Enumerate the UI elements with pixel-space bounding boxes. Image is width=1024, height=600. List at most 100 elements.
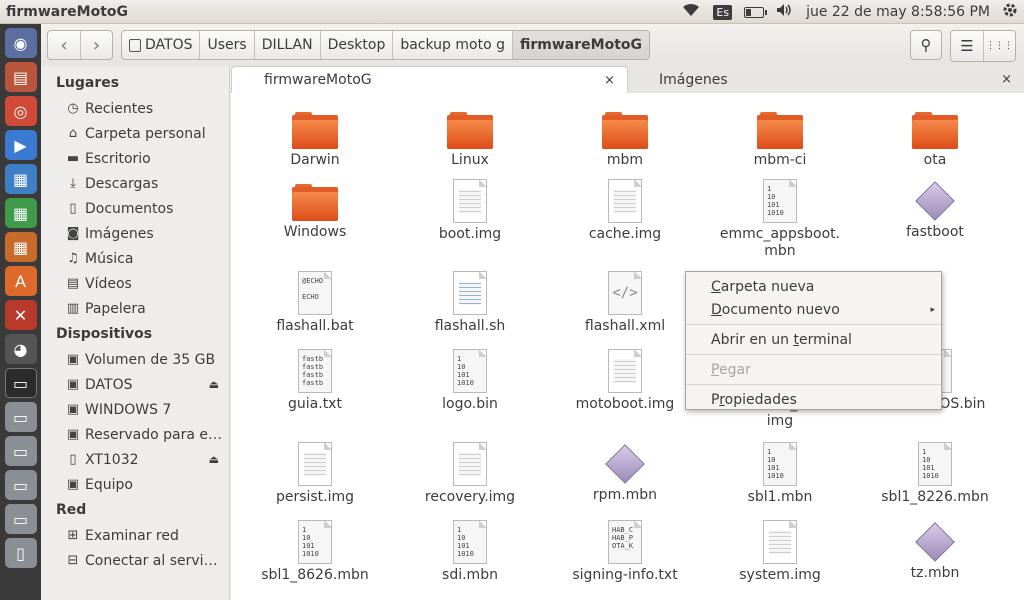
- file-item[interactable]: motoboot.img: [550, 349, 700, 413]
- breadcrumb-item[interactable]: DILLAN: [255, 31, 321, 59]
- file-item[interactable]: boot.img: [395, 179, 545, 243]
- drive-icon[interactable]: ▭: [4, 402, 37, 432]
- gimp-icon[interactable]: ◕: [4, 334, 37, 364]
- menu-item[interactable]: Abrir en un terminal: [686, 328, 941, 351]
- menu-button[interactable]: ☰: [951, 31, 983, 61]
- menu-item[interactable]: Carpeta nueva: [686, 275, 941, 298]
- sidebar-item[interactable]: ⌂ Carpeta personal: [41, 121, 229, 146]
- sidebar-item[interactable]: ▤ Vídeos: [41, 271, 229, 296]
- sidebar-item-label: Recientes: [85, 100, 154, 117]
- file-name: guia.txt: [288, 396, 342, 412]
- clock-datetime[interactable]: jue 22 de may 8:58:56 PM: [806, 4, 990, 20]
- folder-item[interactable]: Windows: [240, 179, 390, 241]
- breadcrumb-item[interactable]: Desktop: [321, 31, 394, 59]
- menu-item[interactable]: Propiedades: [686, 388, 941, 411]
- sidebar-item[interactable]: ▣ Equipo: [41, 472, 229, 497]
- impress-icon[interactable]: ▦: [4, 232, 37, 262]
- file-item[interactable]: 1 10 101 1010 sdi.mbn: [395, 520, 545, 584]
- file-item[interactable]: 1 10 101 1010 sbl1_8226.mbn: [860, 442, 1010, 506]
- folder-item[interactable]: mbm: [550, 107, 700, 169]
- tab-imagenes[interactable]: Imágenes ×: [629, 66, 1024, 93]
- binary-file-icon: 1 10 101 1010: [453, 349, 487, 393]
- file-item[interactable]: rpm.mbn: [550, 442, 700, 504]
- file-item[interactable]: cache.img: [550, 179, 700, 243]
- wifi-icon[interactable]: [681, 3, 701, 21]
- settings-tools-icon[interactable]: ✕: [4, 300, 37, 330]
- breadcrumb-item[interactable]: Users: [200, 31, 255, 59]
- file-item[interactable]: tz.mbn: [860, 520, 1010, 582]
- file-item[interactable]: system.img: [705, 520, 855, 584]
- file-item[interactable]: flashall.sh: [395, 271, 545, 335]
- sidebar-item[interactable]: ▣ Volumen de 35 GB: [41, 347, 229, 372]
- writer-icon[interactable]: ▦: [4, 164, 37, 194]
- breadcrumb-label: DATOS: [145, 37, 193, 53]
- sidebar-item[interactable]: ▯ Documentos: [41, 196, 229, 221]
- file-item[interactable]: recovery.img: [395, 442, 545, 506]
- breadcrumb-item[interactable]: DATOS: [122, 31, 201, 59]
- nav-buttons: ‹ ›: [47, 30, 113, 60]
- drive-icon[interactable]: ▭: [4, 436, 37, 466]
- folder-item[interactable]: Linux: [395, 107, 545, 169]
- file-item[interactable]: @ECHO ECHO flashall.bat: [240, 271, 390, 335]
- eject-icon[interactable]: ⏏: [209, 453, 219, 466]
- drive-icon[interactable]: ▭: [4, 504, 37, 534]
- folder-item[interactable]: ota: [860, 107, 1010, 169]
- sidebar-item[interactable]: ▣ Reservado para el …: [41, 422, 229, 447]
- file-item[interactable]: 1 10 101 1010 sbl1_8626.mbn: [240, 520, 390, 584]
- download-icon: ⤓: [70, 176, 76, 191]
- phone-device-icon[interactable]: ▯: [4, 538, 37, 568]
- chrome-icon[interactable]: ◎: [4, 96, 37, 126]
- breadcrumb-item[interactable]: backup moto g: [393, 31, 513, 59]
- menu-item[interactable]: Documento nuevo ▸: [686, 298, 941, 321]
- folder-item[interactable]: Darwin: [240, 107, 390, 169]
- folder-item[interactable]: mbm-ci: [705, 107, 855, 169]
- file-item[interactable]: fastboot: [860, 179, 1010, 241]
- file-name: Darwin: [290, 152, 340, 168]
- sidebar-item[interactable]: ▬ Escritorio: [41, 146, 229, 171]
- menu-item-label: Propiedades: [711, 391, 797, 408]
- file-item[interactable]: persist.img: [240, 442, 390, 506]
- drive-icon[interactable]: ▭: [4, 470, 37, 500]
- film-icon: ▤: [66, 276, 80, 291]
- file-item[interactable]: 1 10 101 1010 emmc_appsboot. mbn: [705, 179, 855, 260]
- search-button[interactable]: ⚲: [910, 30, 942, 60]
- calc-icon[interactable]: ▦: [4, 198, 37, 228]
- software-center-icon[interactable]: A: [4, 266, 37, 296]
- volume-icon[interactable]: [776, 3, 794, 21]
- media-player-icon[interactable]: ▶: [4, 130, 37, 160]
- forward-button[interactable]: ›: [80, 31, 112, 59]
- drive-icon: ▣: [66, 377, 80, 392]
- sidebar-item[interactable]: ⊞ Examinar red: [41, 523, 229, 548]
- file-item[interactable]: </> flashall.xml: [550, 271, 700, 335]
- chevron-right-icon: ›: [92, 34, 101, 56]
- file-item[interactable]: fastb fastb fastb fastb guia.txt: [240, 349, 390, 413]
- back-button[interactable]: ‹: [48, 31, 80, 59]
- file-item[interactable]: 1 10 101 1010 sbl1.mbn: [705, 442, 855, 506]
- sidebar-item[interactable]: ▣ WINDOWS 7: [41, 397, 229, 422]
- tab-firmwaremotog[interactable]: firmwareMotoG ×: [231, 66, 628, 93]
- terminal-icon[interactable]: ▭: [4, 368, 37, 398]
- sidebar-item[interactable]: ▯ XT1032 ⏏: [41, 447, 229, 472]
- gear-icon[interactable]: [1002, 2, 1018, 22]
- sidebar-item[interactable]: ⤓ Descargas: [41, 171, 229, 196]
- close-icon[interactable]: ×: [1001, 72, 1012, 87]
- folder-icon: [912, 109, 958, 149]
- grid-view-button[interactable]: ⋮⋮⋮: [983, 31, 1015, 61]
- sidebar-item[interactable]: ◙ Imágenes: [41, 221, 229, 246]
- eject-icon[interactable]: ⏏: [209, 378, 219, 391]
- file-name: sdi.mbn: [442, 567, 498, 583]
- file-item[interactable]: HAB_C HAB_P OTA_K signing-info.txt: [550, 520, 700, 584]
- sidebar-item[interactable]: ▣ DATOS ⏏: [41, 372, 229, 397]
- file-item[interactable]: 1 10 101 1010 logo.bin: [395, 349, 545, 413]
- indicator-area: Es jue 22 de may 8:58:56 PM: [681, 0, 1018, 24]
- breadcrumb-item[interactable]: firmwareMotoG: [513, 31, 650, 59]
- sidebar-item[interactable]: ◷ Recientes: [41, 96, 229, 121]
- close-icon[interactable]: ×: [604, 73, 615, 88]
- sidebar-item[interactable]: ⊟ Conectar al servidor: [41, 548, 229, 573]
- sidebar-item[interactable]: ▥ Papelera: [41, 296, 229, 321]
- keyboard-layout-indicator[interactable]: Es: [713, 4, 733, 20]
- battery-icon[interactable]: [744, 6, 768, 18]
- file-manager-icon[interactable]: ▤: [4, 62, 37, 92]
- dash-home-icon[interactable]: ◉: [4, 28, 37, 58]
- sidebar-item[interactable]: ♫ Música: [41, 246, 229, 271]
